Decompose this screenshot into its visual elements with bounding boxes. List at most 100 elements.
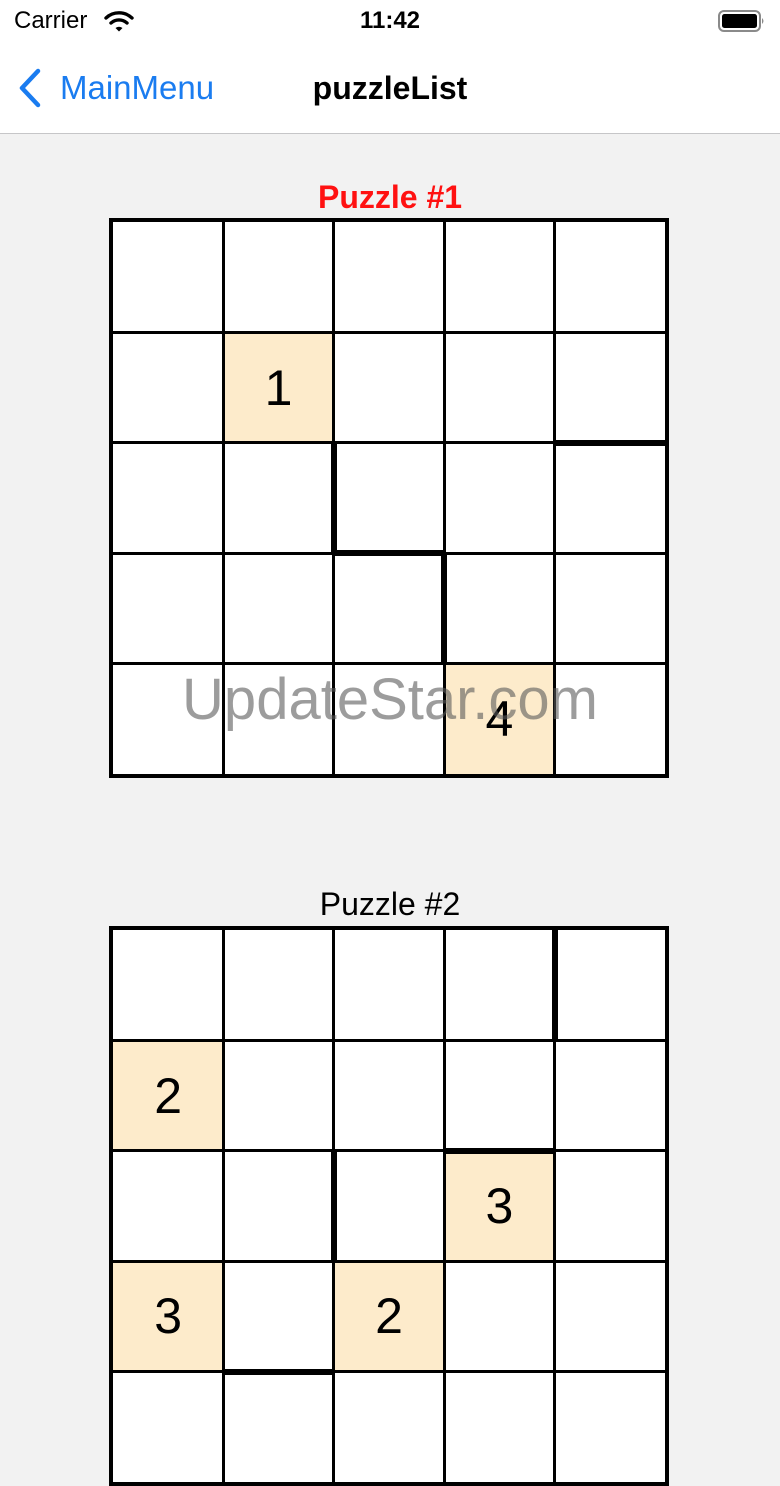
grid-cell[interactable]: 3 <box>444 1150 555 1262</box>
grid-cell[interactable] <box>334 1372 444 1482</box>
grid-cell[interactable] <box>113 553 223 663</box>
grid-line <box>332 441 446 445</box>
grid-cell[interactable] <box>555 930 665 1040</box>
grid-line <box>332 1259 336 1374</box>
grid-cell[interactable] <box>223 553 333 663</box>
grid-cell[interactable] <box>555 443 665 553</box>
grid-cell[interactable] <box>444 443 554 553</box>
grid-cell[interactable] <box>555 1040 665 1150</box>
grid-cell[interactable] <box>334 1151 444 1261</box>
grid-cell[interactable] <box>444 332 554 442</box>
grid-cell[interactable] <box>113 664 223 774</box>
grid-line <box>553 662 557 776</box>
grid-line <box>442 1038 557 1042</box>
grid-line <box>332 1259 446 1263</box>
grid-line <box>221 662 225 776</box>
grid-line <box>221 220 225 334</box>
grid-cell[interactable]: 2 <box>113 1040 224 1151</box>
grid-line <box>332 220 336 334</box>
grid-cell[interactable] <box>444 1040 554 1150</box>
grid-line <box>553 551 557 666</box>
grid-line <box>221 1038 336 1042</box>
grid-cell[interactable] <box>444 1261 554 1371</box>
puzzle-grid[interactable]: 14 <box>109 218 669 778</box>
battery-icon <box>718 9 766 38</box>
grid-cell[interactable] <box>223 1040 333 1150</box>
grid-line <box>221 1259 225 1374</box>
grid-line <box>332 1149 446 1153</box>
grid-cell[interactable] <box>555 1261 665 1371</box>
grid-cell[interactable] <box>444 930 554 1040</box>
status-time: 11:42 <box>359 7 421 34</box>
region-wall <box>332 550 446 557</box>
grid-line <box>111 330 225 334</box>
grid-cell[interactable] <box>334 664 444 774</box>
grid-cell[interactable] <box>334 222 444 332</box>
grid-cell[interactable] <box>223 664 333 774</box>
grid-line <box>442 1259 446 1374</box>
grid-line <box>111 1149 225 1153</box>
grid-cell[interactable] <box>223 930 333 1040</box>
grid-line <box>442 928 446 1042</box>
puzzle-title: Puzzle #2 <box>319 886 461 922</box>
grid-cell[interactable] <box>555 1151 665 1261</box>
grid-line <box>442 330 557 334</box>
grid-cell[interactable] <box>334 553 444 663</box>
grid-cell[interactable] <box>113 222 223 332</box>
grid-line <box>221 441 225 555</box>
grid-cell[interactable] <box>334 1040 444 1150</box>
grid-cell[interactable] <box>113 1372 223 1482</box>
grid-line <box>553 1149 667 1153</box>
grid-line <box>332 928 336 1042</box>
grid-line <box>442 1370 446 1484</box>
grid-cell[interactable]: 4 <box>444 663 555 774</box>
grid-cell[interactable] <box>555 664 665 774</box>
grid-line <box>442 662 446 776</box>
grid-cell[interactable]: 2 <box>333 1261 445 1372</box>
grid-cell[interactable] <box>555 1372 665 1482</box>
grid-cell[interactable] <box>223 443 333 553</box>
grid-line <box>332 1038 446 1042</box>
grid-cell[interactable] <box>334 930 444 1040</box>
grid-line <box>332 551 336 666</box>
grid-line <box>553 1038 667 1042</box>
grid-cell[interactable] <box>555 222 665 332</box>
grid-cell[interactable] <box>334 443 444 553</box>
page-title: puzzleList <box>312 70 468 106</box>
puzzle-title: Puzzle #1 <box>317 179 463 215</box>
grid-line <box>442 551 557 555</box>
grid-line <box>553 220 557 334</box>
grid-line <box>442 1149 446 1263</box>
grid-cell[interactable] <box>444 222 554 332</box>
grid-line <box>442 220 446 334</box>
grid-line <box>332 662 336 776</box>
grid-cell[interactable] <box>113 1151 223 1261</box>
grid-line <box>442 441 446 555</box>
grid-cell[interactable] <box>223 1261 333 1371</box>
grid-line <box>553 1370 557 1484</box>
grid-cell[interactable] <box>223 222 333 332</box>
grid-cell[interactable] <box>555 332 665 442</box>
grid-cell[interactable] <box>334 332 444 442</box>
grid-line <box>442 662 557 666</box>
puzzle-grid[interactable]: 2332 <box>109 926 669 1486</box>
grid-cell[interactable] <box>113 443 223 553</box>
grid-line <box>111 1370 225 1374</box>
grid-line <box>221 551 225 666</box>
grid-line <box>553 1259 667 1263</box>
grid-line <box>553 551 667 555</box>
grid-cell[interactable] <box>555 553 665 663</box>
grid-cell[interactable]: 1 <box>223 332 334 443</box>
grid-cell[interactable] <box>113 332 223 442</box>
grid-cell[interactable] <box>223 1372 333 1482</box>
grid-line <box>553 1038 557 1153</box>
grid-cell[interactable] <box>444 1372 554 1482</box>
grid-cell[interactable]: 3 <box>113 1261 224 1372</box>
region-wall <box>330 1149 337 1263</box>
grid-cell[interactable] <box>444 553 554 663</box>
grid-line <box>553 330 667 334</box>
grid-cell[interactable] <box>223 1151 333 1261</box>
grid-cell[interactable] <box>113 930 223 1040</box>
grid-line <box>111 551 225 555</box>
grid-line <box>332 662 446 666</box>
